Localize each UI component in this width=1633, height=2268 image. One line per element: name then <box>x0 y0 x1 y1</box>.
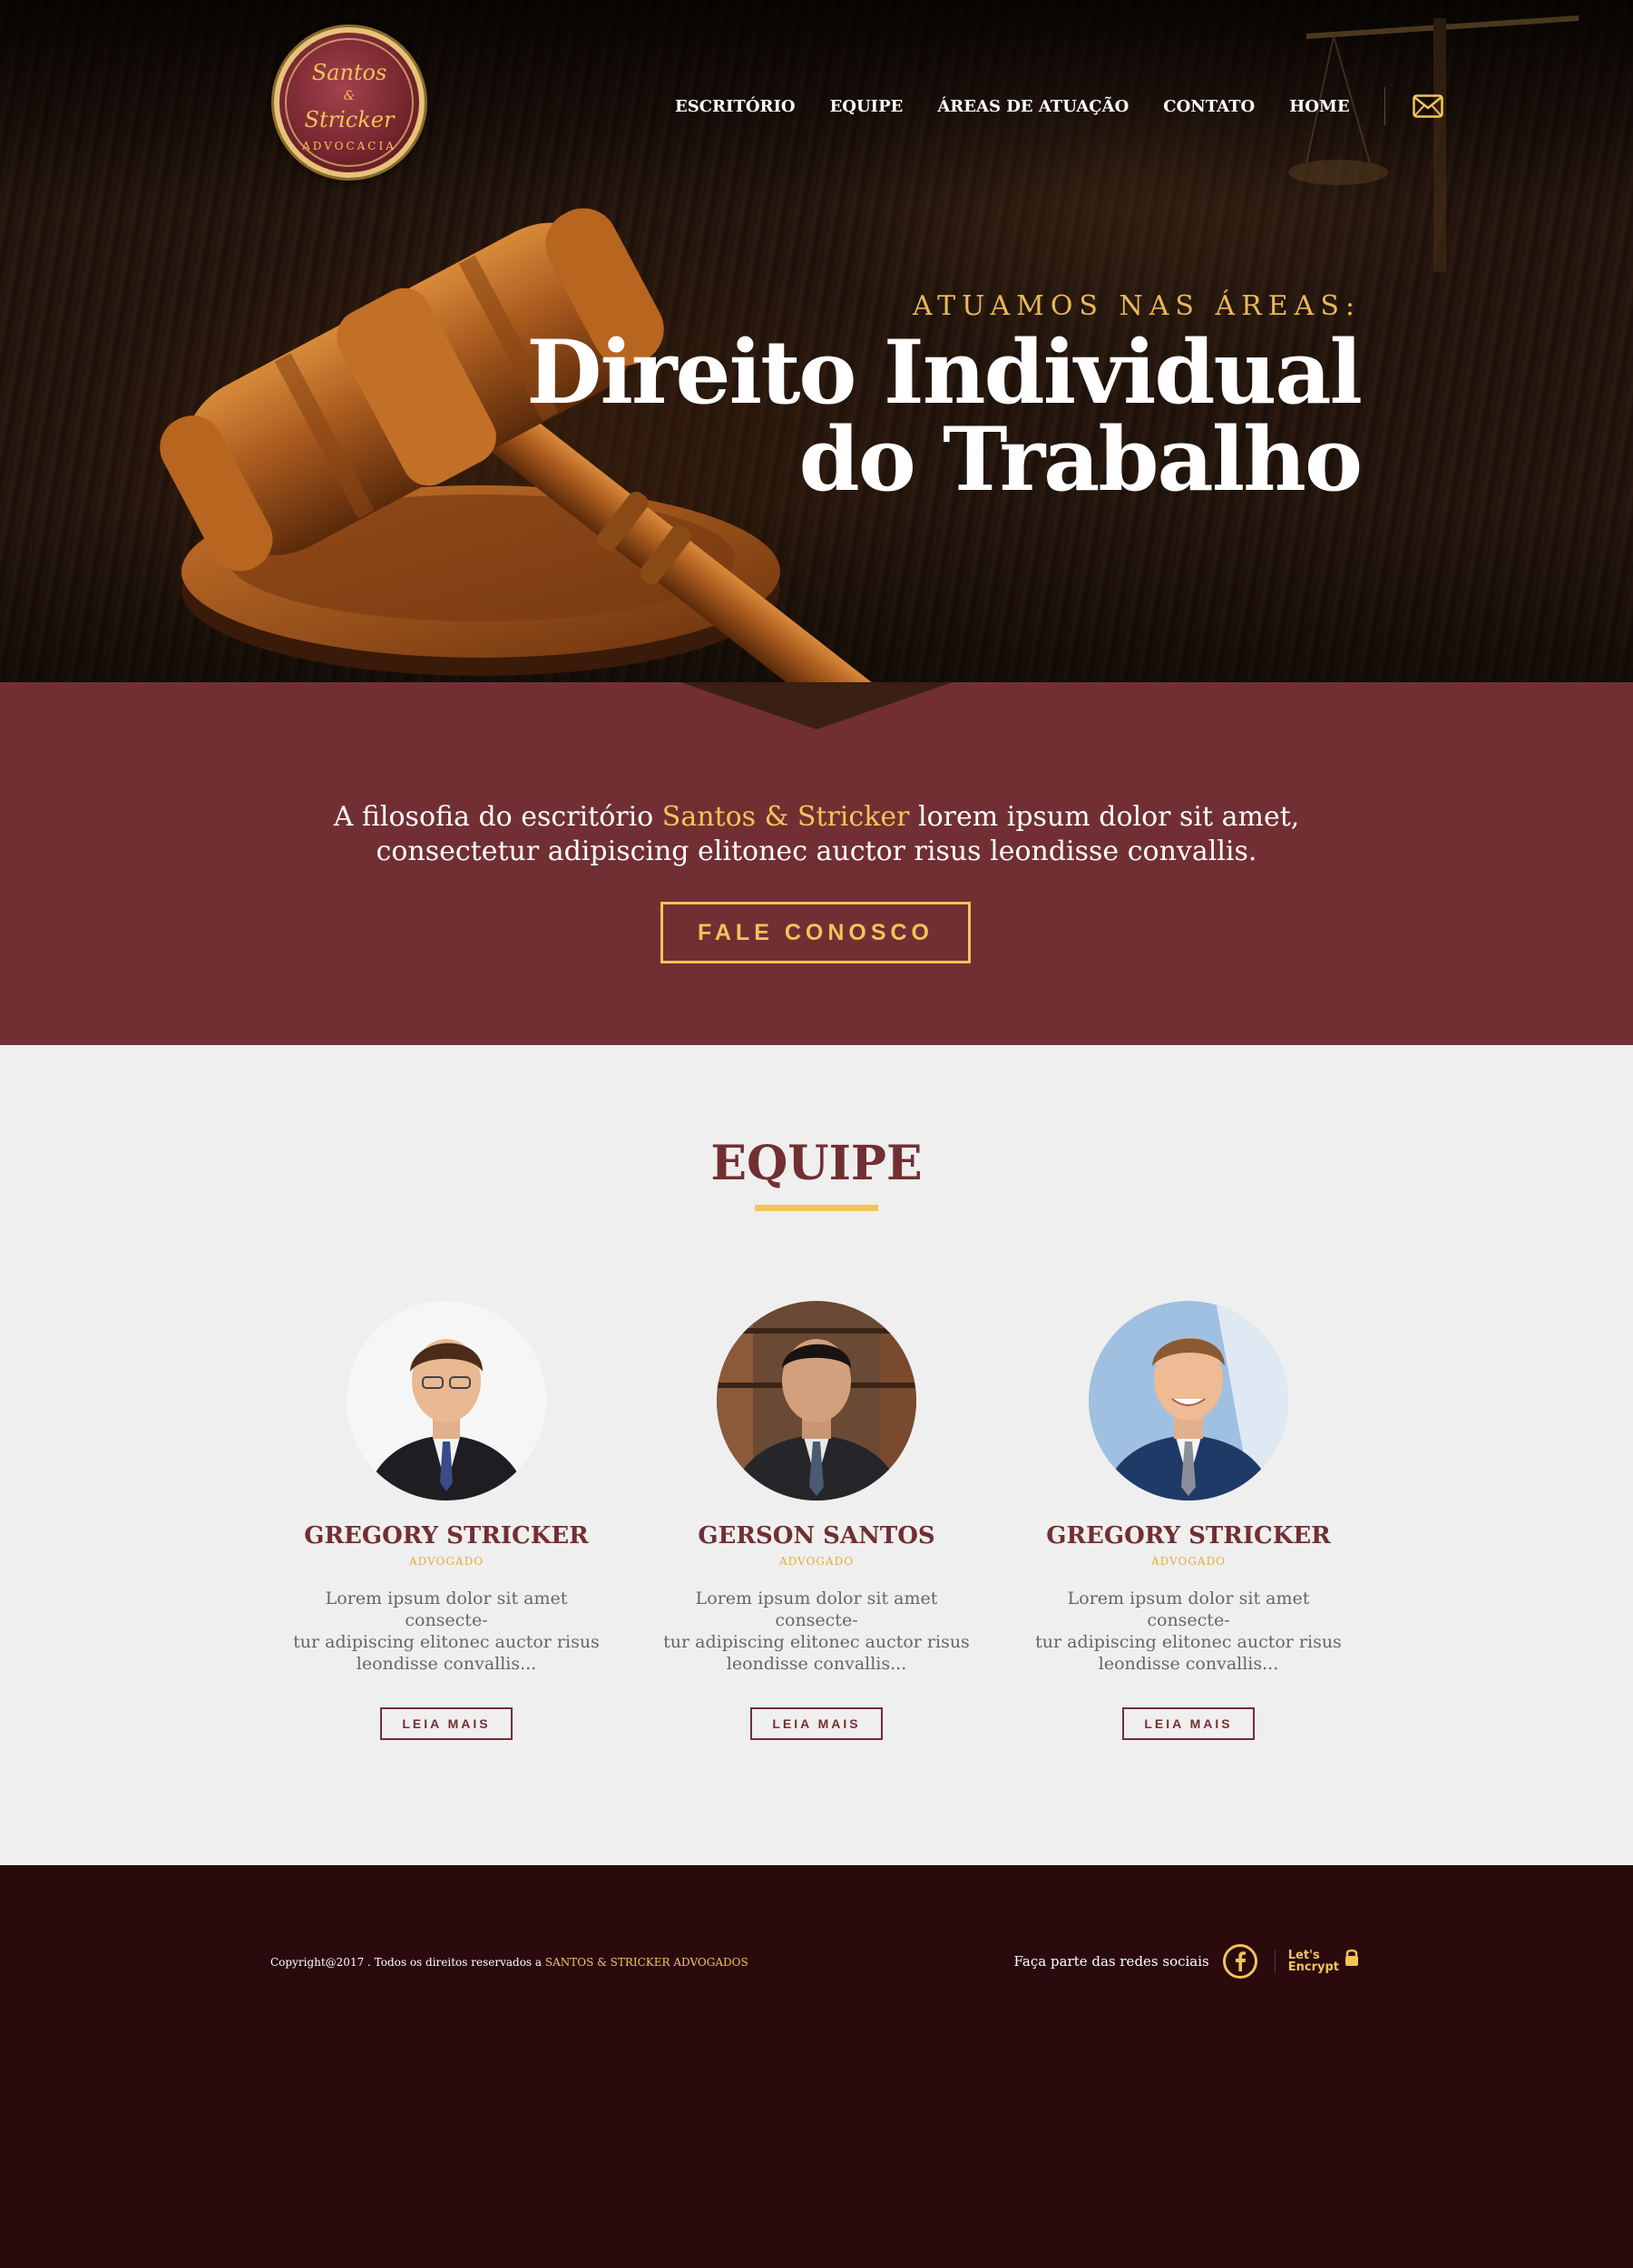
philosophy-brand: Santos & Stricker <box>661 801 910 833</box>
member-desc-line1: Lorem ipsum dolor sit amet consecte- <box>1067 1589 1310 1630</box>
hero-section: Santos & Stricker ADVOCACIA ESCRITÓRIO E… <box>0 0 1633 682</box>
member-desc-line2: tur adipiscing elitonec auctor risus <box>1035 1632 1342 1652</box>
member-desc-line3: leondisse convallis... <box>1098 1654 1279 1674</box>
portrait-illustration <box>717 1301 916 1501</box>
member-desc-line1: Lorem ipsum dolor sit amet consecte- <box>695 1589 938 1630</box>
nav-item-equipe[interactable]: EQUIPE <box>830 97 904 116</box>
read-more-button[interactable]: LEIA MAIS <box>380 1707 513 1740</box>
portrait-illustration <box>347 1301 546 1501</box>
nav-item-home[interactable]: HOME <box>1289 97 1349 116</box>
nav-item-escritorio[interactable]: ESCRITÓRIO <box>675 97 796 116</box>
team-member-card: GERSON SANTOS ADVOGADO Lorem ipsum dolor… <box>662 1301 971 1740</box>
nav-item-areas[interactable]: ÁREAS DE ATUAÇÃO <box>937 97 1129 116</box>
mail-icon[interactable] <box>1412 94 1443 118</box>
member-description: Lorem ipsum dolor sit amet consecte- tur… <box>292 1588 601 1675</box>
philosophy-suffix: lorem ipsum dolor sit amet, <box>909 801 1300 833</box>
member-desc-line1: Lorem ipsum dolor sit amet consecte- <box>325 1589 568 1630</box>
hero-title-line1: Direito Individual <box>526 321 1363 424</box>
hero-title-line2: do Trabalho <box>798 408 1363 511</box>
team-member-card: GREGORY STRICKER ADVOGADO Lorem ipsum do… <box>1034 1301 1343 1740</box>
nav-item-contato[interactable]: CONTATO <box>1163 97 1255 116</box>
member-role: ADVOGADO <box>1150 1555 1227 1568</box>
team-title-underline <box>755 1205 878 1211</box>
logo-subtitle: ADVOCACIA <box>302 140 396 152</box>
member-desc-line2: tur adipiscing elitonec auctor risus <box>293 1632 600 1652</box>
member-desc-line3: leondisse convallis... <box>726 1654 907 1674</box>
hero-text: ATUAMOS NAS ÁREAS: Direito Individual do… <box>526 290 1363 511</box>
portrait-illustration <box>1089 1301 1288 1501</box>
member-role: ADVOGADO <box>408 1555 484 1568</box>
avatar <box>347 1301 546 1501</box>
avatar <box>717 1301 916 1501</box>
hero-title: Direito Individual do Trabalho <box>526 321 1363 511</box>
member-description: Lorem ipsum dolor sit amet consecte- tur… <box>662 1588 971 1675</box>
member-name: GERSON SANTOS <box>698 1522 935 1549</box>
social-links: Faça parte das redes sociais Let's Encry… <box>1014 1943 1361 1980</box>
lets-encrypt-line2: Encrypt <box>1287 1960 1339 1974</box>
philosophy-section: A filosofia do escritório Santos & Stric… <box>0 682 1633 1045</box>
footer: Copyright@2017 . Todos os direitos reser… <box>0 1865 1633 2268</box>
lock-icon <box>1345 1949 1358 1966</box>
copyright-brand-link[interactable]: SANTOS & STRICKER ADVOGADOS <box>545 1956 748 1969</box>
section-notch <box>680 682 953 729</box>
scale-of-justice-illustration <box>1288 15 1579 272</box>
philosophy-line1: A filosofia do escritório Santos & Stric… <box>0 800 1633 835</box>
philosophy-text: A filosofia do escritório Santos & Stric… <box>0 800 1633 869</box>
copyright-prefix: Copyright@2017 . Todos os direitos reser… <box>270 1956 545 1969</box>
member-role: ADVOGADO <box>778 1555 855 1568</box>
hero-kicker: ATUAMOS NAS ÁREAS: <box>913 290 1361 322</box>
team-member-card: GREGORY STRICKER ADVOGADO Lorem ipsum do… <box>292 1301 601 1740</box>
avatar <box>1089 1301 1288 1501</box>
lets-encrypt-badge[interactable]: Let's Encrypt <box>1274 1949 1361 1973</box>
philosophy-line2: consectetur adipiscing elitonec auctor r… <box>376 836 1257 867</box>
read-more-button[interactable]: LEIA MAIS <box>750 1707 883 1740</box>
nav-divider <box>1384 87 1385 125</box>
social-label: Faça parte das redes sociais <box>1013 1953 1209 1970</box>
copyright-text: Copyright@2017 . Todos os direitos reser… <box>270 1956 748 1969</box>
member-desc-line2: tur adipiscing elitonec auctor risus <box>663 1632 970 1652</box>
brand-logo[interactable]: Santos & Stricker ADVOCACIA <box>274 27 425 178</box>
member-name: GREGORY STRICKER <box>304 1522 589 1549</box>
philosophy-prefix: A filosofia do escritório <box>333 801 662 833</box>
contact-us-button[interactable]: FALE CONOSCO <box>660 902 971 963</box>
team-title: EQUIPE <box>710 1136 923 1191</box>
lets-encrypt-text: Let's Encrypt <box>1288 1950 1339 1973</box>
member-desc-line3: leondisse convallis... <box>356 1654 537 1674</box>
main-nav: ESCRITÓRIO EQUIPE ÁREAS DE ATUAÇÃO CONTA… <box>675 87 1443 125</box>
read-more-button[interactable]: LEIA MAIS <box>1122 1707 1255 1740</box>
member-description: Lorem ipsum dolor sit amet consecte- tur… <box>1034 1588 1343 1675</box>
team-section: EQUIPE GREGORY STRICKER ADVOGADO Lorem i… <box>0 1045 1633 1865</box>
facebook-icon[interactable] <box>1222 1943 1258 1980</box>
member-name: GREGORY STRICKER <box>1046 1522 1331 1549</box>
